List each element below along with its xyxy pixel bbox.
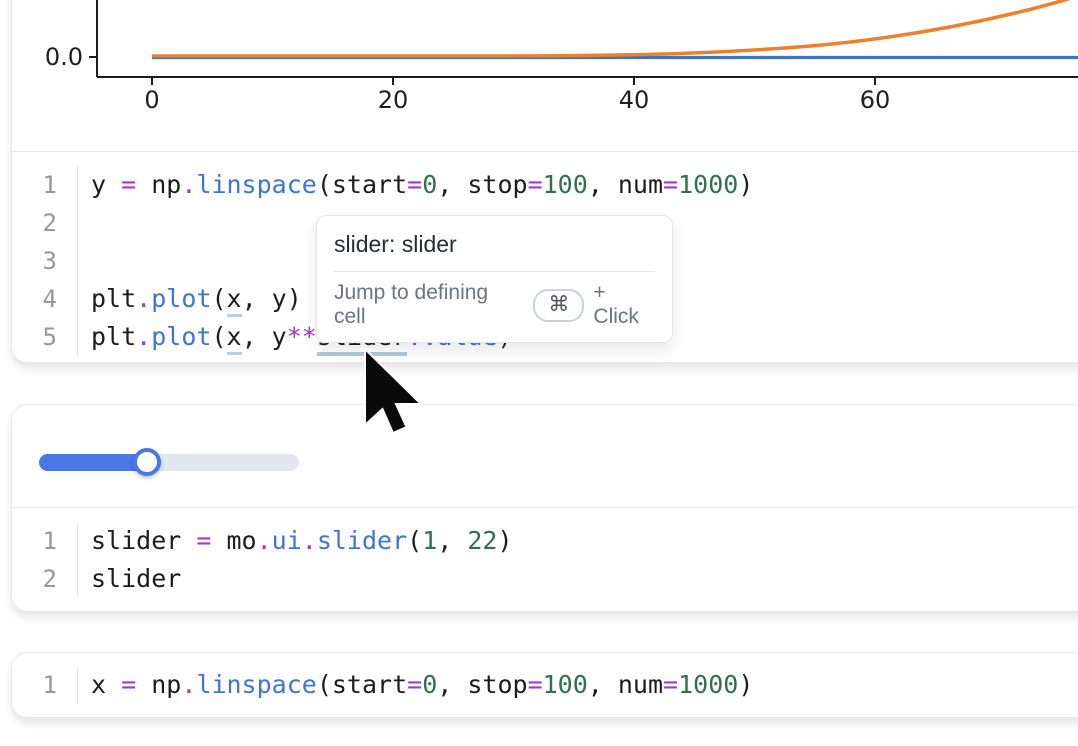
code-token: x: [91, 670, 121, 699]
code-editor[interactable]: 1x = np.linspace(start=0, stop=100, num=…: [12, 653, 1078, 704]
code-token: 1: [422, 526, 437, 555]
code-line: 1slider = mo.ui.slider(1, 22): [12, 522, 1078, 560]
tooltip-title: slider: slider: [317, 216, 672, 271]
y-tick-label: 0.0: [45, 43, 83, 71]
code-token: ui: [272, 526, 302, 555]
line-number: 2: [12, 560, 78, 598]
code-token: , stop: [437, 670, 527, 699]
command-key-badge: ⌘: [533, 289, 584, 322]
code-token: plt: [91, 284, 136, 313]
code-token: 0: [422, 670, 437, 699]
x-tick-label: 20: [378, 86, 409, 114]
code-token: plot: [151, 284, 211, 313]
code-token: , y): [242, 284, 302, 313]
code-token: =: [407, 670, 422, 699]
code-token: ): [738, 670, 753, 699]
code-line: 1y = np.linspace(start=0, stop=100, num=…: [12, 166, 1078, 204]
line-number: 4: [12, 280, 78, 318]
code-token: (: [407, 526, 422, 555]
code-token: plt: [91, 322, 136, 351]
code-token: (start: [317, 170, 407, 199]
code-text[interactable]: x = np.linspace(start=0, stop=100, num=1…: [78, 666, 753, 704]
code-token: =: [407, 170, 422, 199]
variable-tooltip: slider: slider Jump to defining cell ⌘ +…: [316, 215, 673, 343]
code-token: y: [91, 170, 121, 199]
code-line: 2 slider: [12, 560, 1078, 598]
code-token: , num: [588, 670, 663, 699]
code-token: np: [136, 170, 181, 199]
code-token: =: [196, 526, 211, 555]
code-token: slider: [91, 526, 196, 555]
slider-widget[interactable]: [39, 449, 299, 477]
code-token: 100: [543, 170, 588, 199]
code-token: slider: [91, 564, 181, 593]
code-token: ): [738, 170, 753, 199]
notebook-cell-slider: 1slider = mo.ui.slider(1, 22)2slider: [11, 404, 1078, 612]
code-text[interactable]: plt.plot(x, y): [78, 280, 302, 318]
series-line-orange: [152, 0, 1078, 56]
code-text[interactable]: y = np.linspace(start=0, stop=100, num=1…: [78, 166, 753, 204]
line-number: 3: [12, 242, 78, 280]
code-text[interactable]: slider = mo.ui.slider(1, 22): [78, 522, 513, 560]
slider-handle[interactable]: [133, 448, 161, 476]
code-text[interactable]: [78, 204, 91, 242]
axis-ticks: 0 20 40 60 0.0: [45, 43, 890, 114]
x-tick-label: 0: [144, 86, 159, 114]
code-line: 1x = np.linspace(start=0, stop=100, num=…: [12, 666, 1078, 704]
line-number: 5: [12, 318, 78, 356]
tooltip-click-text: + Click: [593, 281, 655, 329]
code-token: =: [528, 670, 543, 699]
command-key-icon: ⌘: [548, 292, 569, 317]
code-token: 100: [543, 670, 588, 699]
code-token: 22: [467, 526, 497, 555]
x-tick-label: 40: [619, 86, 650, 114]
line-number: 2: [12, 204, 78, 242]
code-token: =: [663, 670, 678, 699]
code-text[interactable]: slider: [78, 560, 181, 598]
code-token: .: [181, 170, 196, 199]
x-tick-label: 60: [860, 86, 891, 114]
code-token: linspace: [196, 670, 316, 699]
code-text[interactable]: [78, 242, 91, 280]
code-token: 1000: [678, 170, 738, 199]
mouse-cursor-icon: [363, 347, 425, 437]
cross-cell-variable-link[interactable]: x: [227, 322, 242, 355]
code-token: plot: [151, 322, 211, 351]
code-token: =: [663, 170, 678, 199]
line-number: 1: [12, 666, 78, 704]
code-token: **: [287, 322, 317, 351]
code-token: .: [136, 284, 151, 313]
code-token: .: [136, 322, 151, 351]
code-token: (: [211, 322, 226, 351]
code-token: =: [121, 670, 136, 699]
code-token: =: [121, 170, 136, 199]
code-token: ): [497, 526, 512, 555]
code-token: , y: [242, 322, 287, 351]
code-token: 1000: [678, 670, 738, 699]
code-token: .: [302, 526, 317, 555]
line-number: 1: [12, 522, 78, 560]
code-token: , stop: [437, 170, 527, 199]
code-token: (start: [317, 670, 407, 699]
code-token: .: [257, 526, 272, 555]
code-token: .: [181, 670, 196, 699]
code-editor[interactable]: 1slider = mo.ui.slider(1, 22)2slider: [12, 508, 1078, 598]
tooltip-action-text: Jump to defining cell: [334, 281, 519, 329]
code-token: mo: [211, 526, 256, 555]
notebook-cell-x: 1x = np.linspace(start=0, stop=100, num=…: [11, 652, 1078, 718]
code-token: =: [528, 170, 543, 199]
cell-output-slider: [12, 405, 1078, 508]
code-token: (: [211, 284, 226, 313]
code-token: 0: [422, 170, 437, 199]
code-token: np: [136, 670, 181, 699]
code-token: ,: [437, 526, 467, 555]
code-token: , num: [588, 170, 663, 199]
matplotlib-line-chart: 0 20 40 60 0.0: [11, 0, 1078, 153]
line-number: 1: [12, 166, 78, 204]
code-token: linspace: [196, 170, 316, 199]
cross-cell-variable-link[interactable]: x: [227, 284, 242, 317]
code-token: slider: [317, 526, 407, 555]
